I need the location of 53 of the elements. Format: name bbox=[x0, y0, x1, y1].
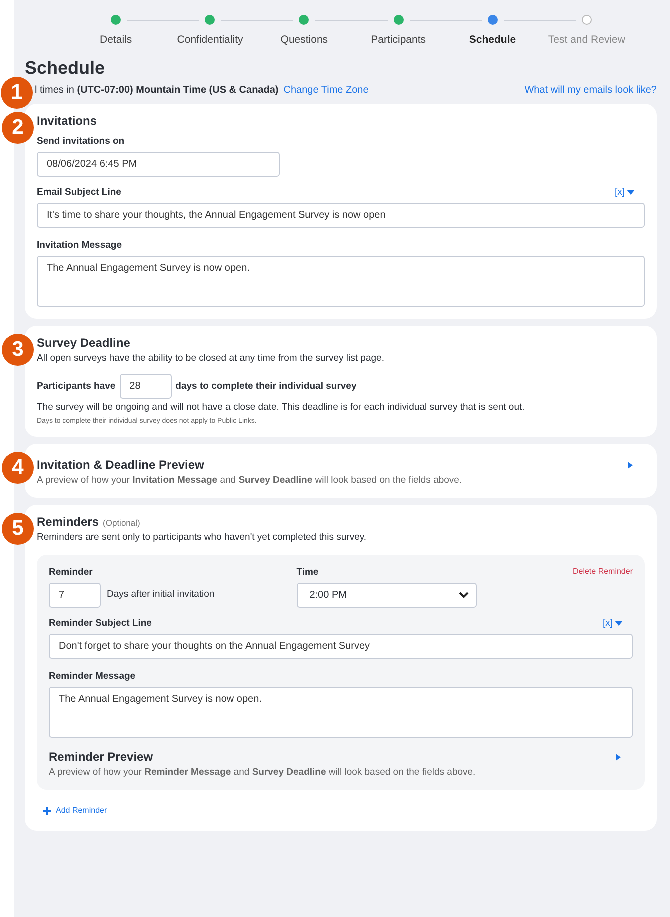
subject-field[interactable]: Don't forget to share your thoughts on the Annual Engagement Survey bbox=[49, 634, 633, 659]
caret-icon bbox=[627, 190, 635, 195]
section-title: Invitations bbox=[37, 114, 98, 128]
delete-reminder-link[interactable]: Delete Reminder bbox=[572, 567, 633, 576]
field-label: Participants have bbox=[37, 381, 116, 392]
timezone-text: l times in (UTC-07:00) Mountain Time (US & Canada) bbox=[35, 84, 279, 96]
step-label[interactable]: Questions bbox=[280, 34, 328, 46]
preview-description: A preview of how your Reminder Message and Survey Deadline will look based on the fields above. bbox=[49, 767, 477, 778]
section-description: A preview of how your Invitation Message and Survey Deadline will look based on the fields above. bbox=[37, 475, 464, 486]
section-description: Reminders are sent only to participants who haven't yet completed this survey. bbox=[37, 532, 368, 543]
field-label: Reminder Subject Line bbox=[49, 618, 152, 629]
section-title: Invitation & Deadline Preview bbox=[37, 458, 204, 472]
variable-dropdown[interactable]: [x] bbox=[614, 187, 645, 198]
field-label: days to complete their individual survey bbox=[176, 381, 357, 392]
field-label: Invitation Message bbox=[37, 240, 123, 251]
field-label: Time bbox=[296, 567, 320, 578]
step-label[interactable]: Confidentiality bbox=[177, 34, 244, 46]
expand-caret-icon[interactable] bbox=[628, 462, 633, 468]
caret-icon bbox=[615, 621, 623, 626]
preview-title: Reminder Preview bbox=[49, 750, 154, 764]
step-label[interactable]: Schedule bbox=[469, 34, 516, 46]
chevron-down-icon bbox=[458, 592, 469, 599]
variable-dropdown[interactable]: [x] bbox=[602, 618, 633, 629]
section-title: Reminders bbox=[37, 515, 100, 529]
add-reminder-link[interactable]: Add Reminder bbox=[43, 806, 108, 815]
field-label: Send invitations on bbox=[37, 136, 126, 147]
days-field[interactable]: 7 bbox=[49, 583, 101, 608]
subject-field[interactable]: It's time to share your thoughts, the Annual Engagement Survey is now open bbox=[37, 203, 645, 228]
number-badge: 5 bbox=[2, 513, 34, 545]
deadline-note: The survey will be ongoing and will not have a close date. This deadline is for each individual survey that is sent out. bbox=[37, 402, 526, 413]
change-time-zone-link[interactable]: Change Time Zone bbox=[284, 84, 369, 96]
section-title: Survey Deadline bbox=[37, 336, 132, 350]
field-label: Email Subject Line bbox=[37, 187, 122, 198]
step-label[interactable]: Participants bbox=[371, 34, 426, 46]
number-badge: 3 bbox=[2, 334, 34, 366]
number-badge: 2 bbox=[2, 112, 34, 144]
plus-icon bbox=[43, 806, 51, 814]
message-field[interactable]: The Annual Engagement Survey is now open. bbox=[49, 687, 633, 738]
number-badge: 4 bbox=[2, 452, 34, 484]
optional-label: (Optional) bbox=[103, 518, 140, 528]
step-label[interactable]: Details bbox=[100, 34, 132, 46]
emails-preview-link[interactable]: What will my emails look like? bbox=[524, 84, 657, 96]
section-description: All open surveys have the ability to be closed at any time from the survey list page. bbox=[37, 353, 386, 364]
date-field[interactable]: 08/06/2024 6:45 PM bbox=[37, 152, 280, 177]
message-field[interactable]: The Annual Engagement Survey is now open. bbox=[37, 256, 645, 307]
days-field[interactable]: 28 bbox=[120, 374, 172, 399]
days-suffix: Days after initial invitation bbox=[107, 589, 215, 600]
field-label: Reminder Message bbox=[49, 671, 137, 682]
number-badge: 1 bbox=[1, 77, 33, 109]
time-select[interactable]: 2:00 PM bbox=[296, 583, 477, 608]
expand-caret-icon[interactable] bbox=[616, 754, 621, 760]
page-title: Schedule bbox=[25, 58, 106, 79]
field-label: Reminder bbox=[49, 567, 94, 578]
